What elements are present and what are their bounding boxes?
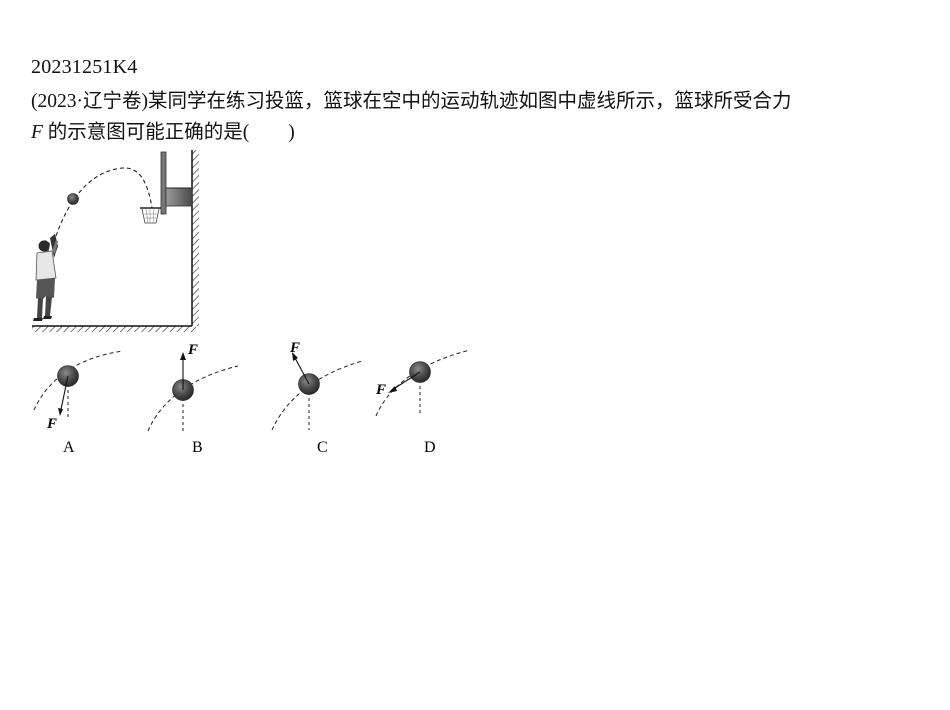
- force-symbol: F: [31, 122, 43, 143]
- option-d-force-label: F: [375, 382, 386, 398]
- option-d-label: D: [424, 439, 436, 456]
- stem-line-2: F 的示意图可能正确的是( ): [31, 117, 911, 148]
- option-a-force-label: F: [46, 416, 57, 432]
- question-id: 20231251K4: [31, 56, 138, 78]
- physics-figure: F A F B F C F D: [32, 150, 471, 456]
- floor-hatch: [32, 326, 196, 332]
- option-c-diagram: F C: [271, 340, 363, 456]
- option-d-diagram: F D: [375, 349, 471, 456]
- option-c-label: C: [317, 439, 328, 456]
- question-stem: (2023·辽宁卷)某同学在练习投篮，篮球在空中的运动轨迹如图中虚线所示，篮球所…: [31, 86, 911, 148]
- option-b-force-label: F: [187, 342, 198, 358]
- option-c-trajectory: [271, 360, 363, 431]
- option-a-label: A: [63, 439, 75, 456]
- option-b-diagram: F B: [147, 342, 239, 456]
- wall-hatch: [192, 150, 199, 326]
- option-d-trajectory: [375, 349, 471, 417]
- option-b-trajectory: [147, 365, 239, 432]
- court-scene: [32, 150, 199, 332]
- stem-line-1: (2023·辽宁卷)某同学在练习投篮，篮球在空中的运动轨迹如图中虚线所示，篮球所…: [31, 91, 792, 112]
- option-b-label: B: [192, 439, 203, 456]
- basketball-hoop: [140, 151, 193, 224]
- option-a-diagram: F A: [33, 350, 124, 456]
- option-c-force-label: F: [289, 340, 300, 356]
- option-a-trajectory: [33, 350, 124, 411]
- stem-line-2-text: 的示意图可能正确的是( ): [42, 122, 295, 143]
- ball-in-flight: [67, 193, 79, 205]
- player-figure: [33, 234, 58, 321]
